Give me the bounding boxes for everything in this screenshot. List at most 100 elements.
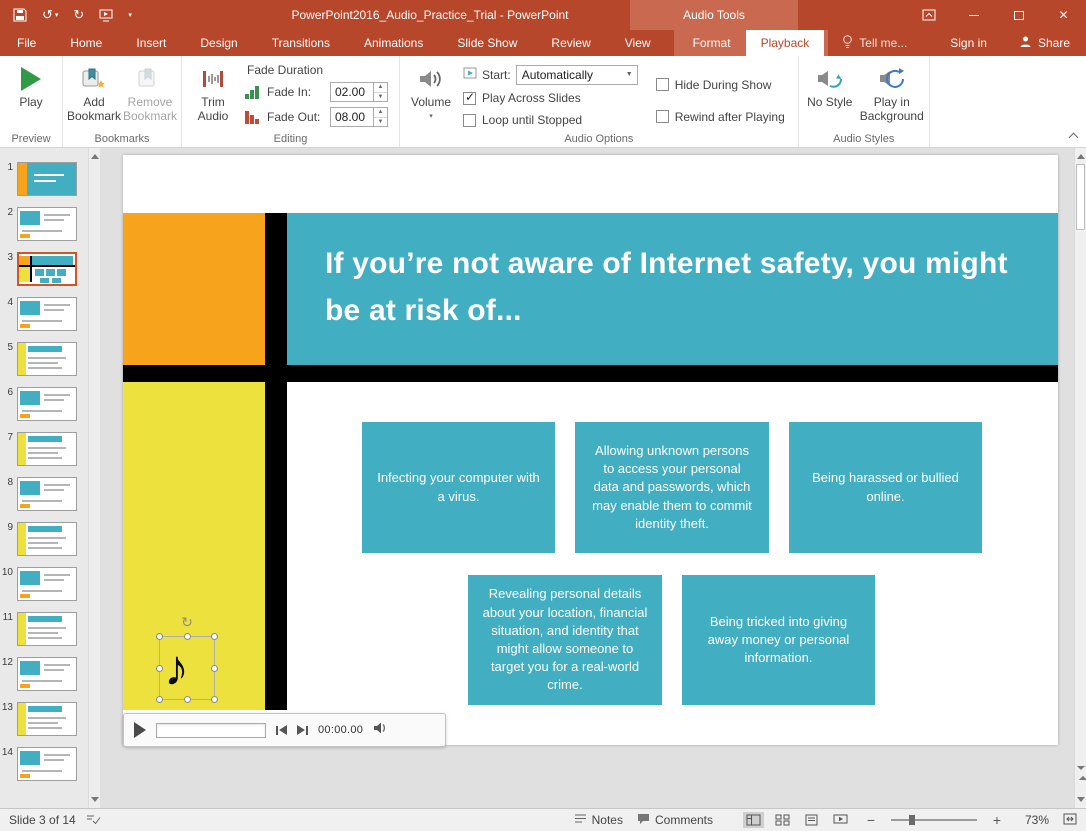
save-icon[interactable] [13,8,27,22]
resize-handle-nw[interactable] [156,633,163,640]
slide-thumbnail-preview[interactable] [17,657,77,691]
zoom-in-button[interactable]: + [991,812,1003,828]
start-from-beginning-icon[interactable] [99,9,113,22]
content-box-5[interactable]: Being tricked into giving away money or … [682,575,875,705]
content-box-2[interactable]: Allowing unknown persons to access your … [575,422,769,553]
fit-slide-to-window-button[interactable] [1063,813,1077,828]
fade-in-down-arrow[interactable]: ▼ [374,93,387,102]
no-style-button[interactable]: No Style [802,59,858,131]
play-in-background-button[interactable]: Play in Background [858,59,926,131]
normal-view-button[interactable] [743,812,764,828]
slide-thumbnail-13[interactable]: 13 [0,702,88,736]
resize-handle-sw[interactable] [156,696,163,703]
fade-in-spinner[interactable]: 02.00 ▲▼ [330,82,388,102]
collapse-ribbon-icon[interactable] [1069,133,1079,143]
hide-during-show-option[interactable]: Hide During Show [656,73,785,96]
zoom-slider[interactable] [891,814,977,826]
resize-handle-n[interactable] [184,633,191,640]
content-box-3[interactable]: Being harassed or bullied online. [789,422,982,553]
sign-in-button[interactable]: Sign in [934,30,1003,56]
slide-thumbnail-preview[interactable] [17,342,77,376]
rotate-handle[interactable]: ↻ [181,615,193,629]
add-bookmark-button[interactable]: Add Bookmark [66,59,122,131]
player-progress-bar[interactable] [156,723,266,738]
slide-title[interactable]: If you’re not aware of Internet safety, … [287,213,1058,365]
slide-thumbnail-4[interactable]: 4 [0,297,88,331]
undo-icon[interactable]: ↺▾ [42,7,58,23]
trim-audio-button[interactable]: Trim Audio [185,59,241,131]
player-play-button[interactable] [134,722,146,738]
slide-thumbnail-preview[interactable] [17,432,77,466]
resize-handle-ne[interactable] [211,633,218,640]
play-across-slides-checkbox[interactable] [463,92,476,105]
slide-thumbnail-2[interactable]: 2 [0,207,88,241]
zoom-slider-thumb[interactable] [909,815,915,825]
resize-handle-s[interactable] [184,696,191,703]
tab-file[interactable]: File [0,30,53,56]
slide-thumbnail-8[interactable]: 8 [0,477,88,511]
canvas-scroll-down-icon[interactable] [1077,797,1085,802]
slide-thumbnail-10[interactable]: 10 [0,567,88,601]
canvas-scroll-up-icon[interactable] [1077,154,1085,159]
play-across-slides-option[interactable]: Play Across Slides [463,87,638,109]
resize-handle-e[interactable] [211,665,218,672]
notes-button[interactable]: Notes [574,813,623,827]
remove-bookmark-button[interactable]: Remove Bookmark [122,59,178,131]
slide-thumbnail-12[interactable]: 12 [0,657,88,691]
resize-handle-se[interactable] [211,696,218,703]
audio-note-icon[interactable]: ♪ [164,639,189,697]
slide-thumbnail-preview[interactable] [17,522,77,556]
slide-thumbnail-preview[interactable] [17,567,77,601]
tell-me-box[interactable]: Tell me... [828,30,921,56]
fade-out-value[interactable]: 08.00 [331,108,373,126]
slide-thumbnail-1[interactable]: 1 [0,162,88,196]
redo-icon[interactable]: ↻ [73,7,84,23]
tab-transitions[interactable]: Transitions [255,30,347,56]
customize-qat-icon[interactable]: ▾ [128,11,132,19]
slide-thumbnail-6[interactable]: 6 [0,387,88,421]
rewind-after-playing-option[interactable]: Rewind after Playing [656,105,785,128]
spell-check-icon[interactable] [86,813,101,828]
zoom-out-button[interactable]: − [865,812,877,828]
slide-thumbnail-preview[interactable] [17,162,77,196]
fade-in-up-arrow[interactable]: ▲ [374,83,387,93]
slide-thumbnail-3[interactable]: 3 [0,252,88,286]
slide-thumbnail-preview[interactable] [17,207,77,241]
player-volume-icon[interactable] [373,721,389,740]
next-slide-button[interactable] [1077,770,1086,788]
tab-animations[interactable]: Animations [347,30,440,56]
slide-thumbnail-preview[interactable] [17,747,77,781]
tab-insert[interactable]: Insert [119,30,183,56]
ribbon-display-options-icon[interactable] [906,0,951,30]
zoom-percentage[interactable]: 73% [1017,813,1049,827]
slide-thumbnail-5[interactable]: 5 [0,342,88,376]
slide-thumbnail-preview[interactable] [17,387,77,421]
play-button[interactable]: Play [3,59,59,131]
content-box-4[interactable]: Revealing personal details about your lo… [468,575,662,705]
tab-format[interactable]: Format [678,30,746,56]
scroll-down-icon[interactable] [91,797,99,802]
tab-view[interactable]: View [608,30,668,56]
slide-thumbnail-9[interactable]: 9 [0,522,88,556]
audio-object[interactable]: ↻ ♪ [159,636,215,700]
start-dropdown-arrow[interactable]: ▼ [622,71,637,78]
slide-thumbnail-7[interactable]: 7 [0,432,88,466]
close-button[interactable]: ✕ [1041,0,1086,30]
fade-out-up-arrow[interactable]: ▲ [374,108,387,118]
slide-thumbnail-preview[interactable] [17,702,77,736]
slide-thumbnail-preview[interactable] [17,252,77,286]
player-step-back-button[interactable] [276,725,287,735]
maximize-button[interactable] [996,0,1041,30]
minimize-button[interactable] [951,0,996,30]
slide-thumbnail-preview[interactable] [17,297,77,331]
slide-thumbnail-preview[interactable] [17,477,77,511]
thumbnail-scrollbar[interactable] [88,148,100,808]
scroll-up-icon[interactable] [91,154,99,159]
slide-sorter-view-button[interactable] [772,812,793,828]
content-box-1[interactable]: Infecting your computer with a virus. [362,422,555,553]
volume-button[interactable]: Volume ▾ [403,59,459,131]
tab-home[interactable]: Home [53,30,119,56]
fade-in-value[interactable]: 02.00 [331,83,373,101]
slide-thumbnail-11[interactable]: 11 [0,612,88,646]
slide-orange-block[interactable] [123,213,265,365]
